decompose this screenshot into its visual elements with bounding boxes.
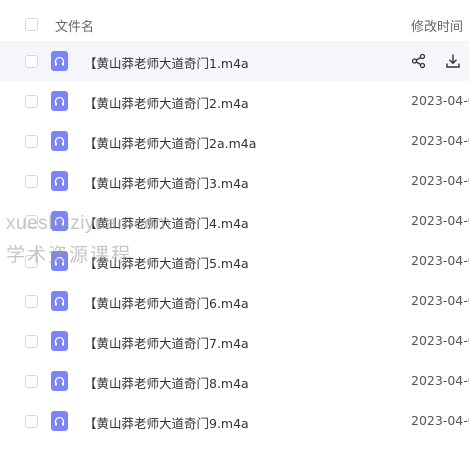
file-modified-date: 2023-04-0 [411,253,469,268]
file-row[interactable]: 【黄山莽老师大道奇门7.m4a 2023-04-0 [0,321,469,361]
file-row[interactable]: 【黄山莽老师大道奇门2.m4a 2023-04-0 [0,81,469,121]
row-checkbox[interactable] [25,95,38,108]
row-checkbox[interactable] [25,415,38,428]
audio-file-icon [51,371,68,391]
file-modified-date: 2023-04-0 [411,373,469,388]
file-row[interactable]: 【黄山莽老师大道奇门9.m4a 2023-04-0 [0,401,469,441]
file-row[interactable]: 【黄山莽老师大道奇门3.m4a 2023-04-0 [0,161,469,201]
file-modified-date: 2023-04-0 [411,133,469,148]
audio-file-icon [51,171,68,191]
audio-file-icon [51,291,68,311]
file-modified-date: 2023-04-0 [411,333,469,348]
column-header-name[interactable]: 文件名 [55,16,94,35]
share-icon[interactable] [410,52,428,70]
row-checkbox[interactable] [25,135,38,148]
audio-file-icon [51,411,68,431]
select-all-checkbox[interactable] [25,18,38,31]
file-row[interactable]: 【黄山莽老师大道奇门8.m4a 2023-04-0 [0,361,469,401]
file-row[interactable]: 【黄山莽老师大道奇门6.m4a 2023-04-0 [0,281,469,321]
file-modified-date: 2023-04-0 [411,413,469,428]
column-header-modified[interactable]: 修改时间 [411,16,463,35]
audio-file-icon [51,51,68,71]
row-checkbox[interactable] [25,335,38,348]
row-checkbox[interactable] [25,375,38,388]
file-name[interactable]: 【黄山莽老师大道奇门8.m4a [84,373,249,392]
audio-file-icon [51,131,68,151]
file-modified-date: 2023-04-0 [411,173,469,188]
file-modified-date: 2023-04-0 [411,293,469,308]
audio-file-icon [51,91,68,111]
file-name[interactable]: 【黄山莽老师大道奇门1.m4a [84,53,249,72]
file-modified-date: 2023-04-0 [411,213,469,228]
file-name[interactable]: 【黄山莽老师大道奇门3.m4a [84,173,249,192]
file-row[interactable]: 【黄山莽老师大道奇门2a.m4a 2023-04-0 [0,121,469,161]
row-checkbox[interactable] [25,55,38,68]
row-checkbox[interactable] [25,175,38,188]
file-name[interactable]: 【黄山莽老师大道奇门6.m4a [84,293,249,312]
row-checkbox[interactable] [25,295,38,308]
file-name[interactable]: 【黄山莽老师大道奇门9.m4a [84,413,249,432]
file-name[interactable]: 【黄山莽老师大道奇门7.m4a [84,333,249,352]
file-row[interactable]: 【黄山莽老师大道奇门1.m4a [0,41,469,81]
file-name[interactable]: 【黄山莽老师大道奇门2.m4a [84,93,249,112]
watermark-text: 学术资源课程 [6,244,133,266]
file-name[interactable]: 【黄山莽老师大道奇门2a.m4a [84,133,256,152]
download-icon[interactable] [444,52,462,70]
watermark-url: xueshuziyuan.com [6,213,172,234]
audio-file-icon [51,331,68,351]
file-modified-date: 2023-04-0 [411,93,469,108]
